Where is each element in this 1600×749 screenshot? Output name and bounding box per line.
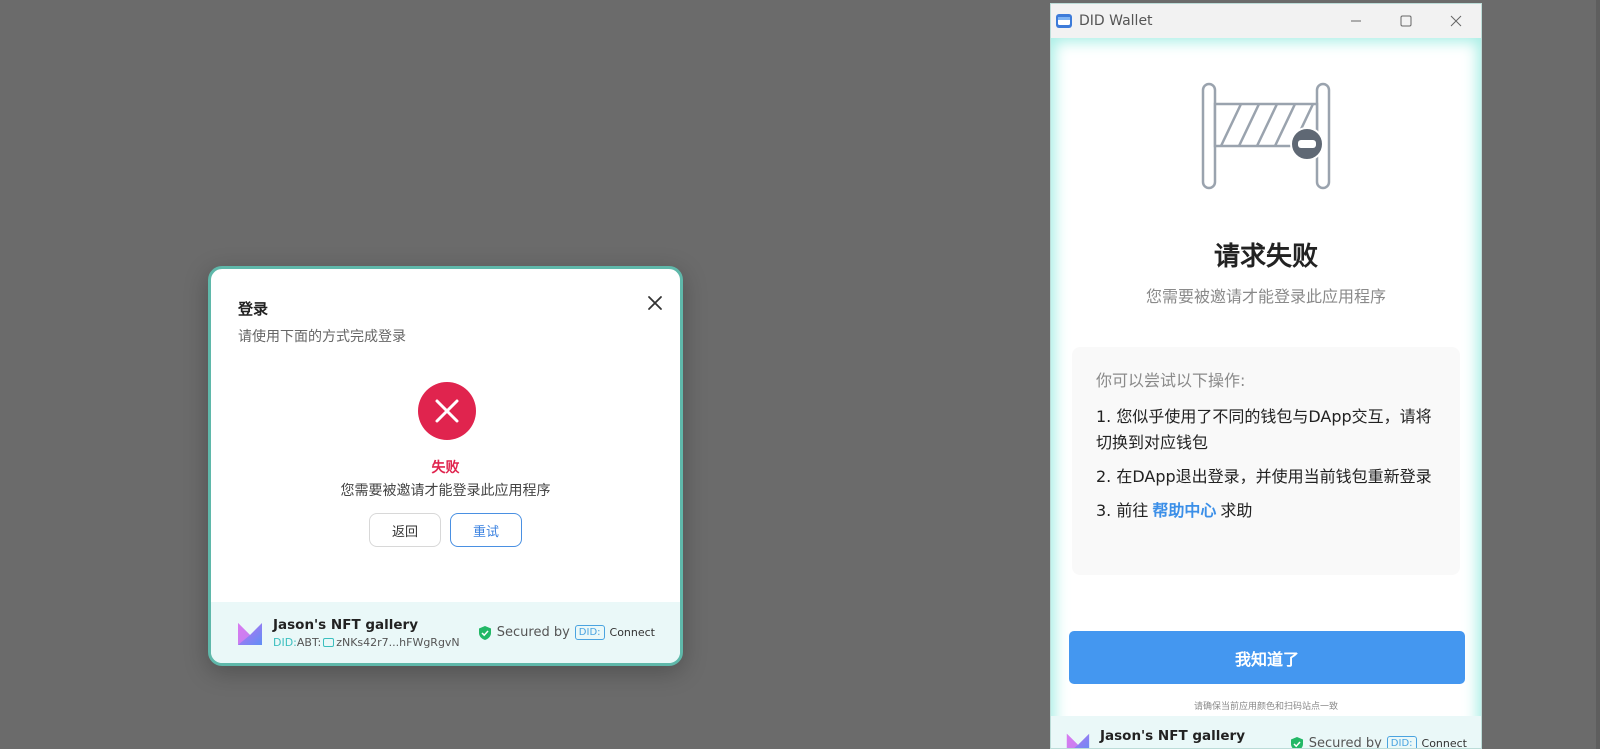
back-button[interactable]: 返回	[369, 513, 441, 547]
maximize-icon	[1400, 15, 1412, 27]
screen-scrollbar[interactable]	[1596, 0, 1600, 749]
close-icon	[1450, 15, 1462, 27]
blocked-gate-icon	[1201, 82, 1331, 190]
tip-item: 2. 在DApp退出登录，并使用当前钱包重新登录	[1096, 467, 1432, 486]
app-name: Jason's NFT gallery	[273, 616, 418, 633]
shield-check-icon	[478, 625, 491, 640]
connect-label: Connect	[609, 626, 655, 639]
tip3-suffix: 求助	[1220, 501, 1253, 520]
wallet-app-icon	[1056, 14, 1072, 28]
window-controls	[1331, 4, 1481, 38]
did-connect-badge: DID:	[574, 625, 605, 640]
app-did: DID:ABT: zNKs42r7...hFWgRgvN	[273, 636, 460, 649]
close-icon	[648, 296, 662, 310]
app-name: Jason's NFT gallery	[1100, 728, 1245, 744]
error-message: 您需要被邀请才能登录此应用程序	[1145, 287, 1386, 306]
error-heading: 请求失败	[1213, 242, 1318, 272]
x-mark-icon	[435, 399, 459, 423]
minimize-icon	[1351, 20, 1361, 22]
tips-panel: 你可以尝试以下操作: 1. 您似乎使用了不同的钱包与DApp交互，请将切换到对应…	[1072, 347, 1460, 575]
action-buttons: 返回 重试	[211, 513, 680, 547]
maximize-button[interactable]	[1381, 4, 1431, 38]
dialog-title: 登录	[238, 300, 269, 318]
tips-title: 你可以尝试以下操作:	[1096, 371, 1246, 390]
login-dialog: 登录 请使用下面的方式完成登录 失败 您需要被邀请才能登录此应用程序 返回 重试	[208, 266, 683, 666]
got-it-button[interactable]: 我知道了	[1069, 631, 1465, 684]
dialog-footer: Jason's NFT gallery DID:ABT: zNKs42r7...h…	[211, 602, 680, 663]
status-message: 您需要被邀请才能登录此应用程序	[340, 483, 551, 499]
secured-label: Secured by	[1308, 736, 1382, 749]
app-logo-icon	[1066, 733, 1090, 748]
window-titlebar[interactable]: DID Wallet	[1051, 4, 1481, 38]
shield-check-icon	[1290, 736, 1303, 748]
window-close-button[interactable]	[1431, 4, 1481, 38]
did-connect-badge: DID:	[1386, 736, 1417, 748]
connect-label: Connect	[1421, 737, 1467, 749]
app-logo-icon	[238, 622, 262, 645]
tip-item: 1. 您似乎使用了不同的钱包与DApp交互，请将切换到对应钱包	[1096, 407, 1432, 452]
did-wallet-window: DID Wallet 请求失败 您需要被邀请才能登录此应用程序 你可以尝试以下操…	[1050, 3, 1482, 749]
error-circle-icon	[418, 382, 476, 440]
secured-label: Secured by	[496, 625, 570, 640]
did-value: zNKs42r7...hFWgRgvN	[336, 635, 460, 649]
wallet-footer: Jason's NFT gallery Secured by DID: Conn…	[1051, 716, 1481, 749]
status-title: 失败	[431, 460, 460, 476]
secured-by: Secured by DID: Connect	[1290, 736, 1467, 749]
dialog-subtitle: 请使用下面的方式完成登录	[238, 329, 406, 345]
tip3-prefix: 3. 前往	[1096, 501, 1149, 520]
close-button[interactable]	[643, 291, 667, 315]
did-type: ABT:	[296, 635, 322, 649]
retry-button[interactable]: 重试	[450, 513, 522, 547]
window-title: DID Wallet	[1079, 13, 1153, 29]
desktop-backdrop: 登录 请使用下面的方式完成登录 失败 您需要被邀请才能登录此应用程序 返回 重试	[0, 0, 1600, 749]
wallet-body: 请求失败 您需要被邀请才能登录此应用程序 你可以尝试以下操作: 1. 您似乎使用…	[1051, 38, 1481, 749]
secured-by: Secured by DID: Connect	[478, 625, 655, 640]
color-match-note: 请确保当前应用颜色和扫码站点一致	[1193, 702, 1338, 712]
minimize-button[interactable]	[1331, 4, 1381, 38]
did-prefix: DID:	[273, 635, 297, 649]
tip-item: 3. 前往 帮助中心 求助	[1096, 498, 1436, 524]
wallet-icon	[323, 637, 335, 647]
app-meta: Jason's NFT gallery DID:ABT: zNKs42r7...h…	[273, 617, 460, 649]
app-meta: Jason's NFT gallery	[1100, 728, 1245, 744]
help-center-link[interactable]: 帮助中心	[1152, 501, 1216, 520]
